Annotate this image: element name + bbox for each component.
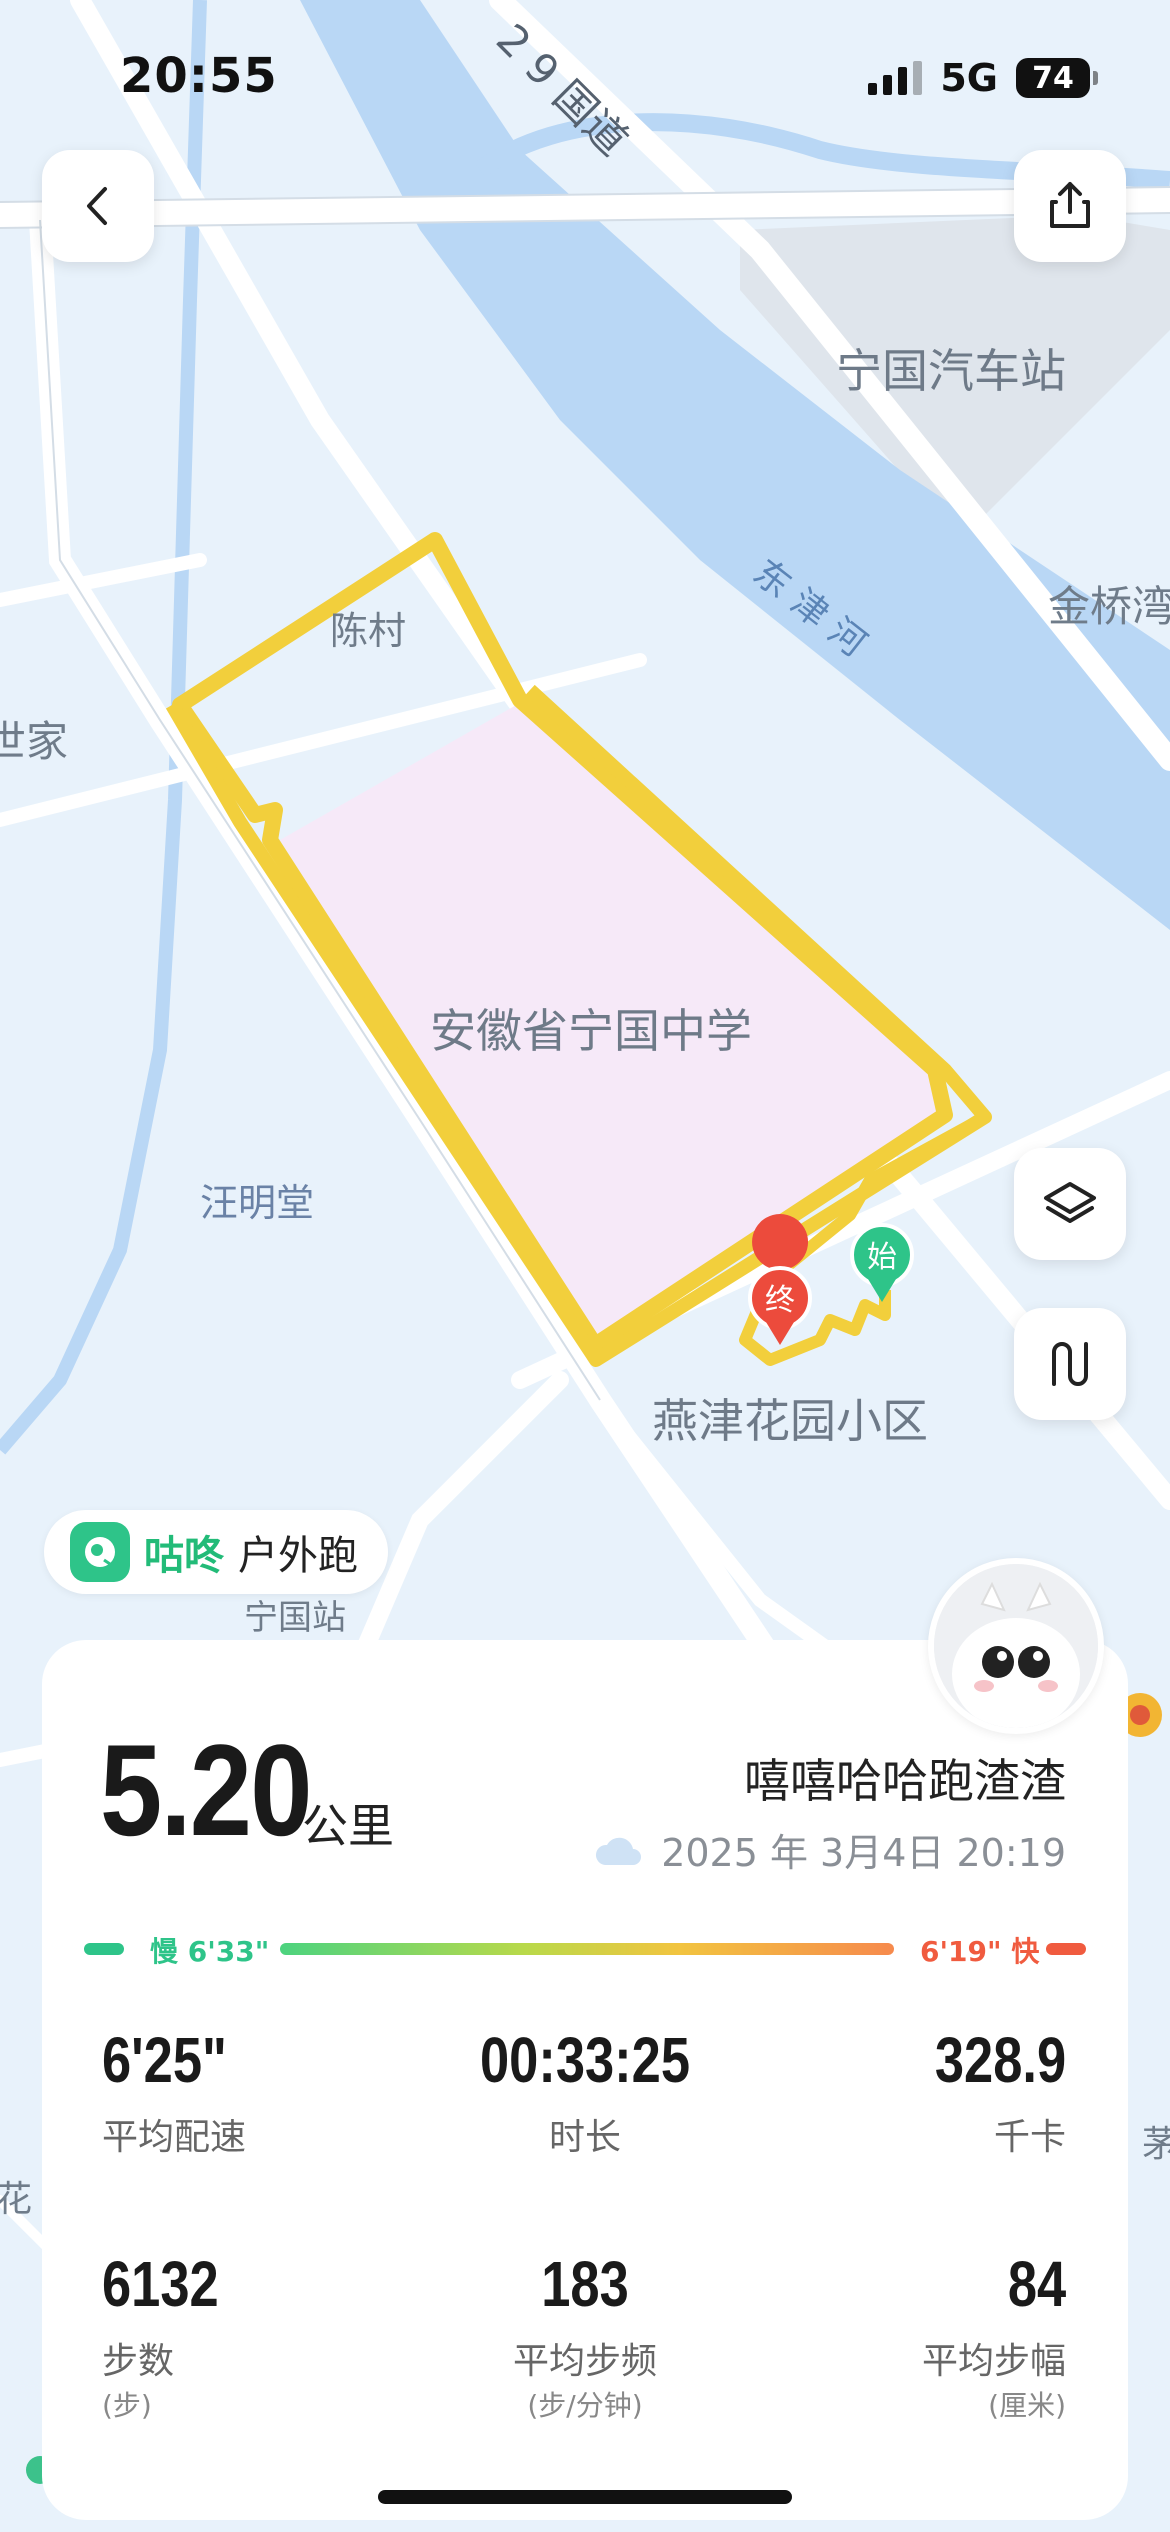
yanjin-label: 燕津花园小区 bbox=[652, 1394, 928, 1448]
avatar[interactable] bbox=[928, 1558, 1104, 1734]
duration-label: 时长 bbox=[548, 2117, 621, 2158]
cloud-icon bbox=[596, 1837, 642, 1865]
cadence-unit: (步/分钟) bbox=[527, 2389, 643, 2422]
battery-level: 74 bbox=[1032, 60, 1074, 96]
end-marker-label: 终 bbox=[765, 1283, 795, 1318]
stride-label: 平均步幅 bbox=[921, 2341, 1066, 2382]
route-toggle-button[interactable] bbox=[1014, 1308, 1126, 1420]
cadence-value: 183 bbox=[541, 2248, 629, 2320]
signal-icon bbox=[868, 61, 923, 95]
distance-value: 5.20 bbox=[100, 1717, 312, 1863]
mascot-avatar-icon bbox=[934, 1564, 1098, 1728]
status-indicators: 5G 74 bbox=[868, 56, 1098, 100]
wangmingtang-label: 汪明堂 bbox=[200, 1181, 315, 1225]
run-datetime-text: 2025 年 3月4日 20:19 bbox=[661, 1831, 1066, 1875]
stride-value: 84 bbox=[1007, 2248, 1066, 2320]
pace-slow-label: 慢 6'33" bbox=[150, 1935, 270, 1968]
app-brand-pill: 咕咚 户外跑 bbox=[44, 1510, 388, 1594]
start-marker-label: 始 bbox=[867, 1240, 897, 1275]
app-logo-icon bbox=[70, 1522, 130, 1582]
jinqiao-label: 金桥湾 bbox=[1048, 582, 1170, 631]
pace-scale: 慢 6'33" 6'19" 快 bbox=[84, 1930, 1086, 1970]
back-button[interactable] bbox=[42, 150, 154, 262]
battery-icon: 74 bbox=[1016, 58, 1098, 98]
avg-pace-value: 6'25" bbox=[102, 2024, 227, 2096]
avg-pace-label: 平均配速 bbox=[102, 2117, 247, 2158]
layers-button[interactable] bbox=[1014, 1148, 1126, 1260]
app-brand-name: 咕咚 bbox=[144, 1533, 224, 1579]
distance-unit: 公里 bbox=[302, 1799, 394, 1853]
activity-type: 户外跑 bbox=[238, 1533, 358, 1579]
shijia-label: 世家 bbox=[0, 717, 69, 766]
pace-fast-indicator bbox=[1046, 1943, 1086, 1955]
steps-label: 步数 bbox=[102, 2341, 175, 2382]
calories-label: 千卡 bbox=[993, 2117, 1066, 2158]
calories-value: 328.9 bbox=[934, 2024, 1066, 2096]
layers-icon bbox=[1044, 1182, 1096, 1223]
username: 嘻嘻哈哈跑渣渣 bbox=[744, 1754, 1066, 1808]
right-partial-label: 茅 bbox=[1142, 2124, 1170, 2165]
run-datetime: 2025 年 3月4日 20:19 bbox=[591, 1822, 1066, 1877]
steps-value: 6132 bbox=[102, 2248, 219, 2320]
share-icon bbox=[1050, 182, 1090, 228]
school-label: 安徽省宁国中学 bbox=[430, 1004, 752, 1058]
left-partial-label: 宁花 bbox=[0, 2179, 33, 2220]
home-indicator[interactable] bbox=[378, 2490, 792, 2504]
chencun-label: 陈村 bbox=[330, 609, 407, 653]
pace-gradient-bar bbox=[280, 1943, 894, 1955]
bus-station-label: 宁国汽车站 bbox=[836, 344, 1066, 398]
pace-slow-indicator bbox=[84, 1943, 124, 1955]
network-type: 5G bbox=[940, 56, 998, 100]
status-time: 20:55 bbox=[120, 48, 278, 104]
share-button[interactable] bbox=[1014, 150, 1126, 262]
steps-unit: (步) bbox=[102, 2389, 152, 2422]
back-icon bbox=[87, 187, 107, 225]
ningguo-station-label: 宁国站 bbox=[244, 1598, 346, 1638]
duration-value: 00:33:25 bbox=[479, 2024, 691, 2096]
route-icon bbox=[1052, 1342, 1088, 1386]
stride-unit: (厘米) bbox=[988, 2389, 1066, 2422]
cadence-label: 平均步频 bbox=[512, 2341, 657, 2382]
pace-fast-label: 6'19" 快 bbox=[920, 1935, 1040, 1968]
